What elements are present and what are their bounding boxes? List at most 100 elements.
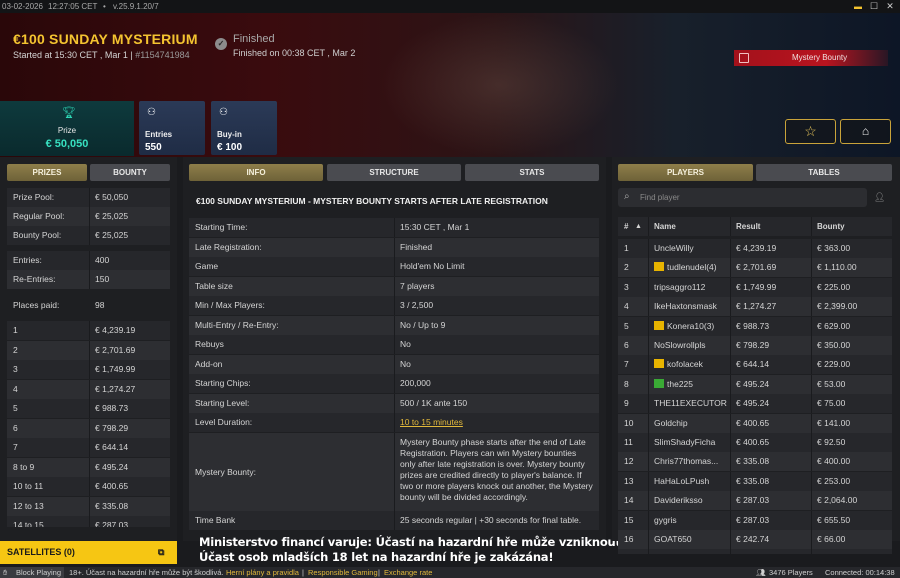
player-rank: 10	[624, 417, 634, 428]
player-row[interactable]: 16 GOAT650 € 242.74 € 66.00	[618, 530, 892, 549]
player-result: € 798.29	[736, 340, 770, 350]
status-bar: ✋︎ Block Playing 18+. Účast na hazardní …	[0, 567, 900, 578]
tab-structure[interactable]: STRUCTURE	[327, 164, 461, 181]
buyin-value: € 100	[217, 142, 243, 153]
player-bounty: € 629.00	[817, 320, 851, 331]
star-icon: ☆	[804, 123, 817, 139]
maximize-icon[interactable]: ☐	[868, 0, 880, 13]
player-row[interactable]: 9 THE11EXECUTOR € 495.24 € 75.00	[618, 394, 892, 414]
player-flag-icon	[654, 262, 664, 272]
player-row[interactable]: 2 tudlenudel(4) € 2,701.69 € 1,110.00	[618, 258, 892, 278]
player-name: Goldchip	[654, 417, 688, 428]
player-name: THE11EXECUTOR	[654, 398, 727, 409]
player-bounty: € 225.00	[817, 281, 851, 292]
player-name-cell: Davideriksso	[654, 491, 703, 510]
person-icon[interactable]: 👤︎	[874, 192, 885, 203]
sort-arrow-icon[interactable]: ▲	[635, 217, 642, 236]
home-button[interactable]: ⌂	[840, 119, 891, 144]
block-playing-button[interactable]: ✋︎ Block Playing	[0, 567, 64, 578]
player-row[interactable]: 5 Konera10(3) € 988.73 € 629.00	[618, 316, 892, 336]
close-icon[interactable]: ✕	[884, 0, 896, 13]
player-row[interactable]: 6 NoSlowrollpls € 798.29 € 350.00	[618, 336, 892, 355]
age-warning: 18+. Účast na hazardní hře může být škod…	[69, 568, 224, 577]
game-rules-link[interactable]: Herní plány a pravidla	[226, 567, 299, 578]
player-row[interactable]: 1 UncleWilly € 4,239.19 € 363.00	[618, 239, 892, 258]
info-row: Starting Time: 15:30 CET , Mar 1	[189, 218, 599, 237]
player-name-cell: Goldchip	[654, 414, 688, 433]
minimize-icon[interactable]: ▬	[852, 0, 864, 13]
player-result: € 4,239.19	[736, 243, 777, 253]
player-rank: 5	[624, 320, 629, 331]
player-rank: 6	[624, 340, 629, 350]
player-result: € 287.03	[736, 495, 770, 506]
player-rank: 7	[624, 359, 629, 370]
exchange-rate-link[interactable]: Exchange rate	[384, 567, 432, 578]
medal-icon: ⚇	[219, 107, 228, 118]
player-rank: 4	[624, 301, 629, 312]
tab-players[interactable]: PLAYERS	[618, 164, 753, 181]
player-name: NoSlowrollpls	[654, 340, 706, 350]
player-name: HaHaLoLPush	[654, 475, 710, 486]
player-row[interactable]: 8 the225 € 495.24 € 53.00	[618, 374, 892, 394]
player-name-cell: HaHaLoLPush	[654, 472, 709, 491]
player-rank: 15	[624, 514, 634, 525]
player-result: € 2,701.69	[736, 262, 777, 273]
home-icon: ⌂	[861, 124, 870, 138]
player-row[interactable]: 14 Davideriksso € 287.03 € 2,064.00	[618, 491, 892, 511]
player-result: € 1,274.27	[736, 301, 777, 312]
player-name-cell: tripsaggro112	[654, 278, 705, 297]
player-result: € 242.74	[736, 553, 770, 564]
player-name-cell: THE11EXECUTOR	[654, 394, 727, 413]
player-name: gygris	[654, 514, 677, 525]
player-rank: 13	[624, 475, 634, 486]
buyin-box: ⚇ Buy-in € 100	[211, 101, 277, 155]
player-bounty: € 2,399.00	[817, 301, 858, 312]
player-row[interactable]: 3 tripsaggro112 € 1,749.99 € 225.00	[618, 277, 892, 297]
player-name: tripsaggro112	[654, 281, 706, 292]
status-text: Finished	[233, 33, 275, 45]
player-name: Davideriksso	[654, 495, 703, 506]
col-result[interactable]: Result	[736, 217, 760, 236]
player-rank: 12	[624, 456, 634, 467]
player-bounty: € 66.00	[817, 534, 846, 544]
mystery-bounty-label: Mystery Bounty	[792, 53, 848, 62]
check-icon: ✓	[215, 38, 227, 50]
player-name: SlimShadyFicha	[654, 437, 716, 447]
player-result: € 495.24	[736, 398, 770, 409]
player-name: the225	[667, 378, 693, 389]
player-name-cell: UncleWilly	[654, 239, 694, 258]
player-search[interactable]: ⌕	[618, 188, 867, 207]
connection-status: Connected: 00:14:38	[825, 568, 895, 577]
player-name: kofolacek	[667, 359, 703, 370]
tab-info[interactable]: INFO	[189, 164, 323, 181]
player-name-cell: NoSlowrollpls	[654, 336, 706, 355]
tab-stats[interactable]: STATS	[465, 164, 599, 181]
player-row[interactable]: 11 SlimShadyFicha € 400.65 € 92.50	[618, 433, 892, 452]
tab-tables[interactable]: TABLES	[756, 164, 892, 181]
player-result: € 400.65	[736, 417, 770, 428]
player-name-cell: GOAT650	[654, 530, 692, 549]
player-rank: 1	[624, 243, 629, 253]
player-bounty: € 2,064.00	[817, 495, 858, 506]
player-result: € 400.65	[736, 437, 770, 447]
player-name: Chris77thomas...	[654, 456, 719, 467]
info-key: Starting Time:	[195, 222, 248, 232]
player-row[interactable]: 7 kofolacek € 644.14 € 229.00	[618, 355, 892, 375]
player-row[interactable]: 13 HaHaLoLPush € 335.08 € 253.00	[618, 471, 892, 491]
search-input[interactable]	[640, 191, 860, 204]
player-row[interactable]: 4 IkeHaxtonsmask € 1,274.27 € 2,399.00	[618, 297, 892, 317]
player-rank: 14	[624, 495, 634, 506]
player-rank: 2	[624, 262, 629, 273]
player-name-cell: gygris	[654, 511, 677, 530]
col-rank[interactable]: #	[624, 217, 628, 236]
col-name[interactable]: Name	[654, 217, 676, 236]
favorite-button[interactable]: ☆	[785, 119, 836, 144]
player-row[interactable]: 15 gygris € 287.03 € 655.50	[618, 510, 892, 530]
player-flag-icon	[654, 378, 664, 388]
responsible-gaming-link[interactable]: Responsible Gaming	[308, 567, 378, 578]
player-row[interactable]: 10 Goldchip € 400.65 € 141.00	[618, 413, 892, 433]
col-bounty[interactable]: Bounty	[817, 217, 845, 236]
player-bounty: € 75.00	[817, 398, 846, 409]
player-row[interactable]: 12 Chris77thomas... € 335.08 € 400.00	[618, 452, 892, 472]
player-flag-icon	[654, 320, 664, 330]
